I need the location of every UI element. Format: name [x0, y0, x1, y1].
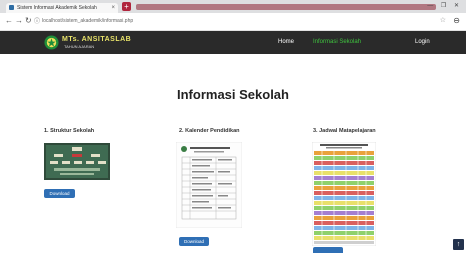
- section-title-jadwal: 3. Jadwal Matapelajaran: [313, 128, 376, 134]
- new-tab-button[interactable]: +: [122, 2, 131, 11]
- bookmark-star-icon[interactable]: ☆: [440, 16, 446, 24]
- nav-home[interactable]: Home: [278, 38, 294, 47]
- browser-tab[interactable]: Sistem Informasi Akademik Sekolah ×: [6, 3, 118, 13]
- brand-subtitle: TAHUN AJARAN: [64, 44, 95, 49]
- jadwal-matapelajaran-image: [312, 142, 376, 246]
- browser-tab-bar: Sistem Informasi Akademik Sekolah × + — …: [0, 0, 466, 13]
- nav-informasi-sekolah[interactable]: Informasi Sekolah: [313, 38, 361, 47]
- struktur-sekolah-image: [44, 143, 110, 180]
- download-struktur-button[interactable]: Download: [44, 189, 75, 198]
- download-kalender-button[interactable]: Download: [179, 237, 209, 246]
- window-controls[interactable]: — ❐ ✕: [427, 2, 462, 9]
- url-input[interactable]: localhost/sistem_akademik/informasi.php: [42, 17, 133, 26]
- site-navbar: MTs. ANSITASLAB TAHUN AJARAN Home Inform…: [0, 31, 466, 54]
- back-to-top-button[interactable]: ↑: [453, 239, 464, 250]
- tab-title: Sistem Informasi Akademik Sekolah: [17, 5, 97, 11]
- address-bar: ← → ↻ ⓘ localhost/sistem_akademik/inform…: [0, 13, 466, 31]
- back-arrow-icon[interactable]: ←: [5, 16, 13, 26]
- favicon-icon: [9, 5, 14, 10]
- download-jadwal-button[interactable]: [313, 247, 343, 253]
- forward-arrow-icon[interactable]: →: [15, 16, 23, 26]
- tab-close-icon[interactable]: ×: [111, 4, 115, 12]
- nav-login[interactable]: Login: [415, 38, 430, 47]
- section-title-struktur: 1. Struktur Sekolah: [44, 128, 95, 134]
- info-icon[interactable]: ⓘ: [34, 17, 40, 27]
- kalender-pendidikan-image: [176, 142, 242, 228]
- profile-icon[interactable]: ⊖: [453, 16, 460, 25]
- page-title: Informasi Sekolah: [177, 87, 289, 102]
- reload-icon[interactable]: ↻: [25, 16, 32, 26]
- brand-name[interactable]: MTs. ANSITASLAB: [62, 36, 131, 44]
- tab-strip-highlight: [136, 4, 436, 10]
- school-logo-icon[interactable]: [44, 35, 59, 50]
- section-title-kalender: 2. Kalender Pendidikan: [179, 128, 240, 134]
